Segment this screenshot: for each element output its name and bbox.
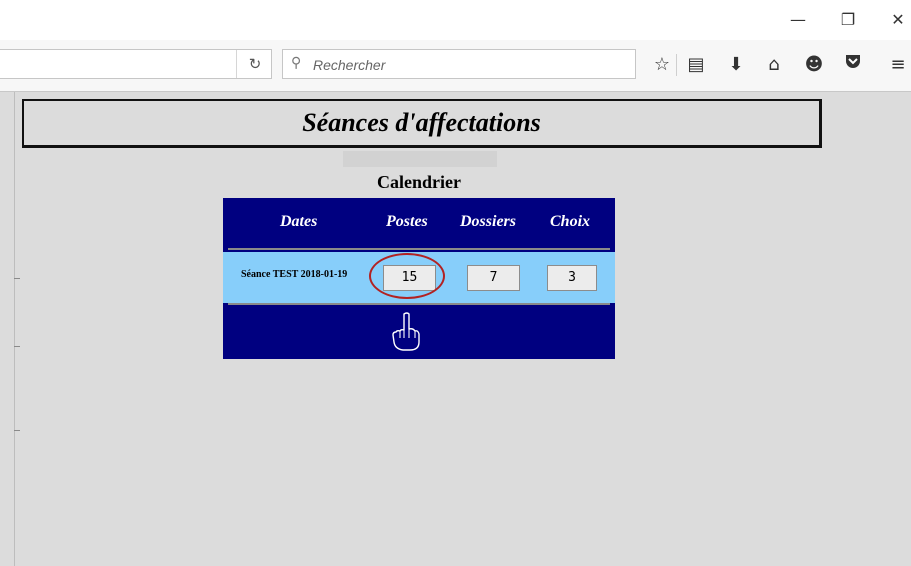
page-content: Séances d'affectations Calendrier Dates … (0, 92, 911, 566)
chat-icon[interactable]: ☻ (801, 52, 827, 78)
tick-mark (14, 346, 20, 347)
reload-icon[interactable]: ↻ (236, 50, 273, 78)
pocket-icon[interactable] (840, 52, 866, 78)
toolbar-separator (676, 54, 677, 76)
row-date: Séance TEST 2018-01-19 (241, 269, 348, 280)
address-bar[interactable]: ↻ (0, 49, 272, 79)
pointing-hand-icon[interactable] (391, 312, 421, 352)
row-divider (228, 303, 610, 305)
close-button[interactable]: ✕ (883, 8, 911, 32)
home-icon[interactable]: ⌂ (761, 52, 787, 78)
pocket-icon-glyph (846, 55, 860, 68)
left-border (14, 92, 15, 566)
calendar-title: Calendrier (377, 172, 461, 192)
tick-mark (14, 278, 20, 279)
minimize-button[interactable]: — (783, 8, 813, 32)
header-choix: Choix (550, 213, 591, 230)
search-box[interactable]: ⚲ (282, 49, 636, 79)
table-row: Séance TEST 2018-01-19 15 7 3 (223, 252, 615, 303)
window-titlebar: — ❐ ✕ (0, 0, 911, 40)
dossiers-count[interactable]: 7 (467, 265, 520, 291)
search-icon: ⚲ (291, 55, 302, 71)
choix-count[interactable]: 3 (547, 265, 597, 291)
highlight-circle (369, 253, 445, 299)
star-icon[interactable]: ☆ (649, 52, 675, 78)
calendar-table: Dates Postes Dossiers Choix Séance TEST … (223, 198, 615, 359)
placeholder-strip (343, 151, 497, 167)
header-postes: Postes (386, 213, 428, 230)
header-dossiers: Dossiers (460, 213, 517, 230)
restore-button[interactable]: ❐ (833, 8, 863, 32)
page-title-box: Séances d'affectations (22, 99, 822, 148)
navigation-toolbar: ↻ ⚲ ☆ ▤ ⬇ ⌂ ☻ ≡ (0, 40, 911, 92)
header-dates: Dates (280, 213, 318, 230)
calendar-header: Dates Postes Dossiers Choix (223, 198, 615, 250)
download-icon[interactable]: ⬇ (723, 52, 749, 78)
page-title: Séances d'affectations (302, 108, 541, 137)
menu-icon[interactable]: ≡ (885, 52, 911, 78)
search-input[interactable] (311, 53, 615, 77)
header-divider (228, 248, 610, 250)
tick-mark (14, 430, 20, 431)
reading-list-icon[interactable]: ▤ (683, 52, 709, 78)
